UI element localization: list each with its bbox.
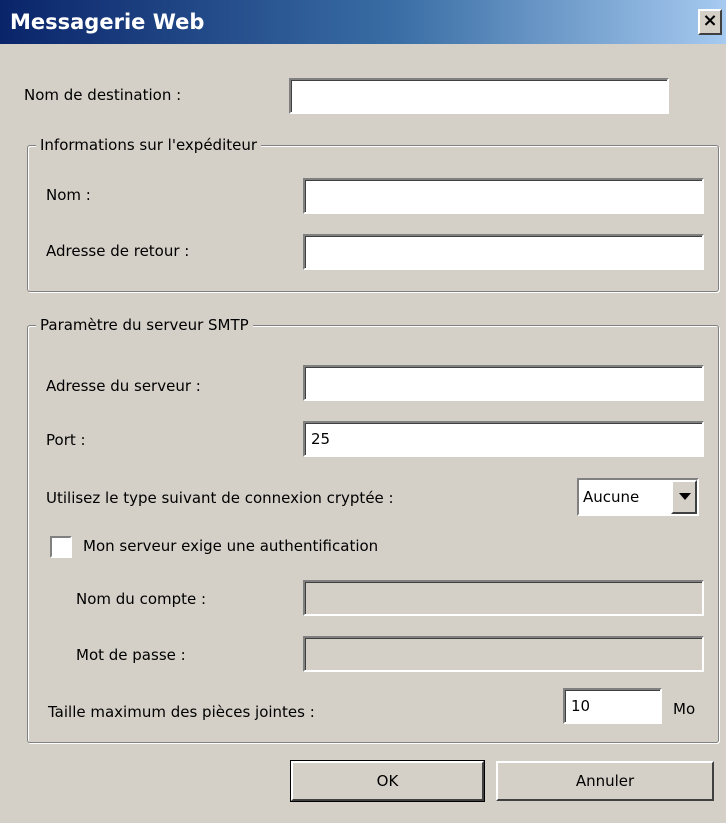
sender-name-input[interactable]	[303, 178, 704, 214]
server-address-input[interactable]	[303, 365, 704, 401]
password-label: Mot de passe :	[76, 646, 186, 664]
account-name-input[interactable]	[303, 580, 704, 616]
return-address-label: Adresse de retour :	[46, 242, 190, 260]
password-input[interactable]	[303, 636, 704, 672]
server-address-label: Adresse du serveur :	[46, 377, 201, 395]
encryption-label: Utilisez le type suivant de connexion cr…	[46, 489, 394, 507]
attachment-size-label: Taille maximum des pièces jointes :	[48, 703, 315, 721]
sender-group-title: Informations sur l'expéditeur	[36, 135, 262, 155]
chevron-down-icon[interactable]	[671, 480, 697, 514]
ok-button[interactable]: OK	[290, 760, 485, 802]
dialog-window: Messagerie Web × Nom de destination : In…	[0, 0, 726, 823]
auth-checkbox[interactable]	[50, 536, 72, 558]
smtp-group-title: Paramètre du serveur SMTP	[36, 315, 253, 335]
cancel-button[interactable]: Annuler	[496, 761, 714, 801]
attachment-size-input[interactable]: 10	[563, 688, 662, 724]
return-address-input[interactable]	[303, 234, 704, 270]
sender-name-label: Nom :	[46, 186, 91, 204]
encryption-select[interactable]: Aucune	[577, 478, 699, 516]
destination-input[interactable]	[289, 78, 669, 114]
title-bar[interactable]: Messagerie Web ×	[0, 0, 726, 44]
auth-checkbox-label[interactable]: Mon serveur exige une authentification	[83, 537, 378, 555]
port-label: Port :	[46, 431, 86, 449]
close-button[interactable]: ×	[698, 9, 722, 35]
port-input[interactable]: 25	[303, 421, 704, 457]
destination-label: Nom de destination :	[24, 86, 182, 104]
account-name-label: Nom du compte :	[76, 590, 207, 608]
close-icon: ×	[702, 10, 718, 31]
encryption-selected-value: Aucune	[583, 488, 640, 506]
attachment-size-unit: Mo	[673, 700, 696, 718]
window-title: Messagerie Web	[10, 10, 205, 34]
